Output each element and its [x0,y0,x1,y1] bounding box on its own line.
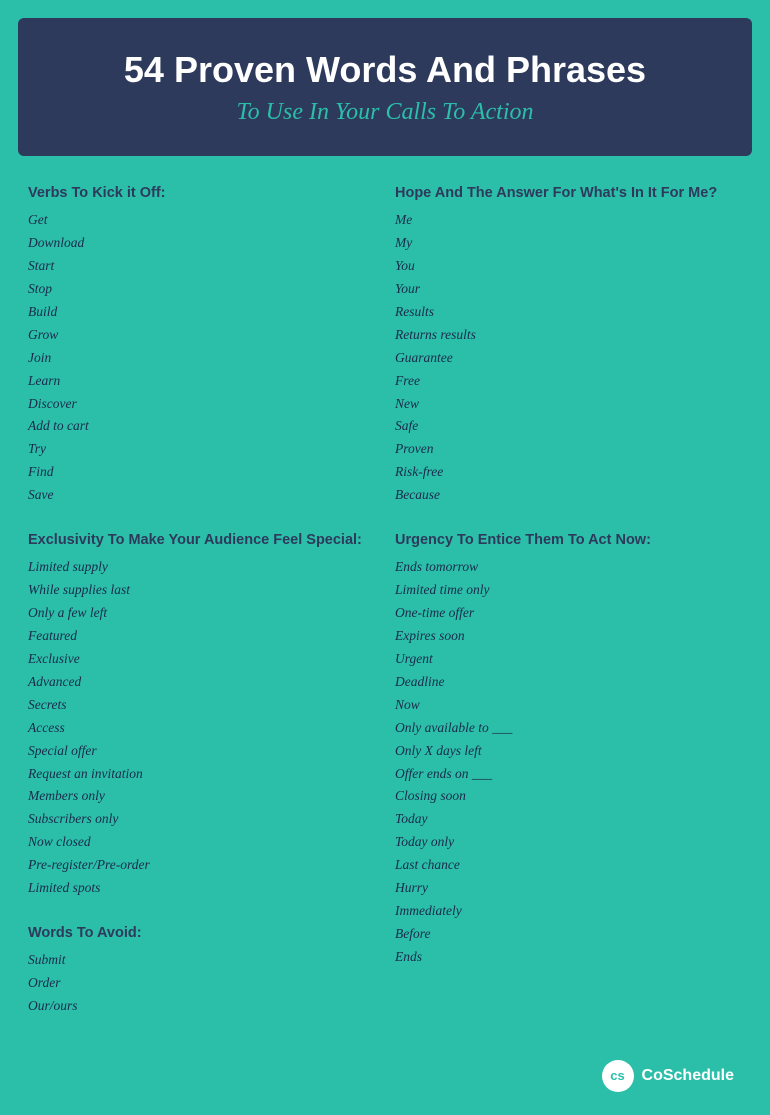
list-item: Last chance [395,854,742,877]
list-item: Now closed [28,831,375,854]
list-item: Request an invitation [28,763,375,786]
list-item: Only available to ___ [395,717,742,740]
left-column: Verbs To Kick it Off: GetDownloadStartSto… [28,184,375,1042]
list-item: Special offer [28,740,375,763]
list-item: Hurry [395,877,742,900]
list-item: Get [28,209,375,232]
list-item: Pre-register/Pre-order [28,854,375,877]
section-title-verbs: Verbs To Kick it Off: [28,184,375,203]
list-item: Limited spots [28,877,375,900]
logo-icon: cs [602,1060,634,1092]
list-item: Now [395,694,742,717]
list-item: Me [395,209,742,232]
list-item: Join [28,347,375,370]
list-item: Offer ends on ___ [395,763,742,786]
list-item: Your [395,278,742,301]
list-item: Grow [28,324,375,347]
list-item: Urgent [395,648,742,671]
list-item: Build [28,301,375,324]
list-item: Discover [28,393,375,416]
logo-area: cs CoSchedule [602,1060,734,1092]
list-item: Risk-free [395,461,742,484]
section-title-exclusivity: Exclusivity To Make Your Audience Feel S… [28,531,375,550]
list-item: Download [28,232,375,255]
list-item: Save [28,484,375,507]
list-item: Add to cart [28,415,375,438]
list-item: Try [28,438,375,461]
header-title: 54 Proven Words And Phrases [38,48,732,91]
list-item: Subscribers only [28,808,375,831]
list-item: Only X days left [395,740,742,763]
section-exclusivity: Exclusivity To Make Your Audience Feel S… [28,531,375,900]
list-item: Free [395,370,742,393]
list-item: You [395,255,742,278]
list-item: Ends [395,946,742,969]
list-item: Secrets [28,694,375,717]
page-wrapper: 54 Proven Words And Phrases To Use In Yo… [0,0,770,1115]
list-item: New [395,393,742,416]
section-urgency: Urgency To Entice Them To Act Now: Ends t… [395,531,742,969]
footer-area: cs CoSchedule [18,1050,752,1097]
list-item: Start [28,255,375,278]
list-item: Proven [395,438,742,461]
list-item: Members only [28,785,375,808]
section-title-hope: Hope And The Answer For What's In It For… [395,184,742,203]
list-item: One-time offer [395,602,742,625]
list-item: Immediately [395,900,742,923]
list-item: Safe [395,415,742,438]
list-item: Featured [28,625,375,648]
content-area: Verbs To Kick it Off: GetDownloadStartSto… [18,184,752,1042]
list-item: Order [28,972,375,995]
list-item: Closing soon [395,785,742,808]
list-item: Returns results [395,324,742,347]
logo-icon-text: cs [610,1068,624,1083]
list-item: Deadline [395,671,742,694]
list-item: Results [395,301,742,324]
section-hope: Hope And The Answer For What's In It For… [395,184,742,507]
list-item: Because [395,484,742,507]
list-item: Only a few left [28,602,375,625]
list-item: Today only [395,831,742,854]
list-item: Ends tomorrow [395,556,742,579]
list-item: Stop [28,278,375,301]
list-item: Access [28,717,375,740]
list-item: Limited time only [395,579,742,602]
section-title-avoid: Words To Avoid: [28,924,375,943]
list-item: While supplies last [28,579,375,602]
header-box: 54 Proven Words And Phrases To Use In Yo… [18,18,752,156]
section-verbs: Verbs To Kick it Off: GetDownloadStartSto… [28,184,375,507]
list-item: Expires soon [395,625,742,648]
list-item: Find [28,461,375,484]
list-item: Learn [28,370,375,393]
list-item: Today [395,808,742,831]
list-item: Exclusive [28,648,375,671]
list-item: Our/ours [28,995,375,1018]
list-item: Advanced [28,671,375,694]
list-item: Limited supply [28,556,375,579]
list-item: Before [395,923,742,946]
list-item: Guarantee [395,347,742,370]
header-subtitle: To Use In Your Calls To Action [38,99,732,126]
right-column: Hope And The Answer For What's In It For… [395,184,742,1042]
list-item: My [395,232,742,255]
list-item: Submit [28,949,375,972]
section-avoid: Words To Avoid: SubmitOrderOur/ours [28,924,375,1018]
logo-text: CoSchedule [642,1067,734,1085]
section-title-urgency: Urgency To Entice Them To Act Now: [395,531,742,550]
